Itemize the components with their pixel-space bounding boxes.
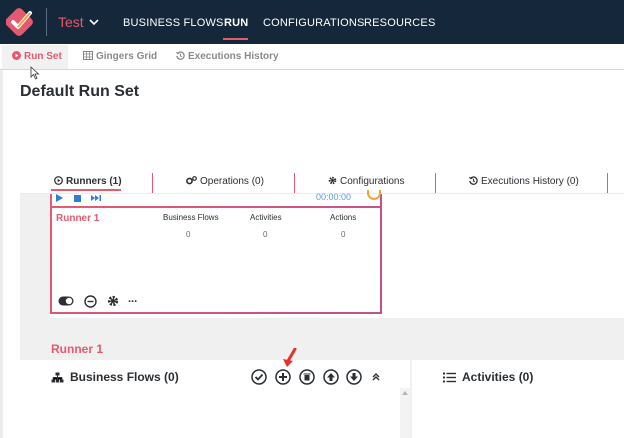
tab-operations-label: Operations (0) [200,176,264,187]
nav-run[interactable]: RUN [224,17,248,29]
nav-configurations[interactable]: CONFIGURATIONS [263,17,365,29]
runner-val-activities: 0 [263,230,268,239]
annotation-arrow-icon [283,348,297,367]
gear-icon [328,176,337,185]
history-icon [176,51,185,60]
tab-divider [435,173,436,193]
move-up-icon[interactable] [323,369,339,385]
subtab-run-set-label: Run Set [24,51,62,62]
activities-header: Activities (0) [443,370,533,384]
history-icon [469,176,478,185]
trash-icon[interactable] [299,369,315,385]
gear-icon[interactable] [107,295,119,307]
top-bar: Test BUSINESS FLOWS RUN CONFIGURATIONS R… [0,0,624,44]
nav-resources[interactable]: RESOURCES [364,17,435,29]
more-options-icon[interactable]: ... [128,293,137,305]
nav-business-flows[interactable]: BUSINESS FLOWS [123,17,224,29]
solution-selector[interactable]: Test [58,14,84,30]
tab-configurations-label: Configurations [340,176,405,187]
nav-active-indicator [223,38,248,40]
runner-col-business-flows: Business Flows [163,213,219,222]
runner-card-name[interactable]: Runner 1 [56,213,99,224]
check-circle-icon[interactable] [251,369,267,385]
subtab-run-set[interactable]: Run Set [12,51,62,62]
run-icon[interactable] [55,193,64,203]
business-flows-header: Business Flows (0) [51,370,179,384]
sitemap-icon [51,372,64,383]
runner-col-actions: Actions [330,213,357,222]
add-business-flow-icon[interactable] [275,369,291,385]
runner-col-activities: Activities [250,213,282,222]
tab-executions-history-label: Executions History (0) [481,176,579,187]
tab-divider [294,173,295,193]
tab-divider [607,173,608,193]
grid-icon [83,51,93,60]
runners-canvas [20,194,50,336]
tab-operations[interactable]: Operations (0) [186,176,264,187]
business-flows-scrollbar[interactable] [400,388,410,438]
business-flows-title: Business Flows (0) [70,370,179,384]
remove-icon[interactable] [84,295,97,308]
activities-title: Activities (0) [462,370,534,384]
page-title: Default Run Set [20,83,140,100]
runner-details-title: Runner 1 [51,342,104,356]
chevron-down-icon[interactable] [88,15,100,29]
runner-timer: 00:00:00 [316,192,352,202]
tab-runners-label: Runners (1) [66,176,122,187]
toggle-icon[interactable] [58,295,74,307]
tab-configurations[interactable]: Configurations [328,176,404,187]
subtab-gingers-grid[interactable]: Gingers Grid [83,51,157,62]
subtab-executions-history[interactable]: Executions History [176,51,279,62]
play-circle-icon [54,176,63,185]
runner-card[interactable] [50,206,382,314]
scroll-up-icon[interactable] [402,390,408,395]
app-window: Test BUSINESS FLOWS RUN CONFIGURATIONS R… [0,0,624,438]
stop-icon[interactable] [73,193,82,203]
subtab-executions-history-label: Executions History [188,51,279,62]
runners-canvas-bottom [20,318,624,336]
tab-active-indicator [51,189,121,191]
runner-val-business-flows: 0 [186,230,191,239]
tab-executions-history[interactable]: Executions History (0) [469,176,579,187]
logo-divider [46,8,47,36]
list-icon [443,372,456,383]
runner-val-actions: 0 [341,230,346,239]
fast-forward-icon[interactable] [90,193,102,203]
mouse-cursor-icon [30,66,40,80]
tab-runners[interactable]: Runners (1) [54,176,122,187]
cogs-icon [186,176,197,185]
subtab-gingers-grid-label: Gingers Grid [96,51,158,62]
play-circle-icon [12,51,21,60]
tab-divider [152,173,153,193]
sub-tab-bar: Run Set Gingers Grid Executions History [0,44,624,70]
ginger-logo[interactable] [6,7,38,37]
collapse-icon[interactable] [371,369,381,385]
left-edge [0,70,3,438]
move-down-icon[interactable] [346,369,362,385]
